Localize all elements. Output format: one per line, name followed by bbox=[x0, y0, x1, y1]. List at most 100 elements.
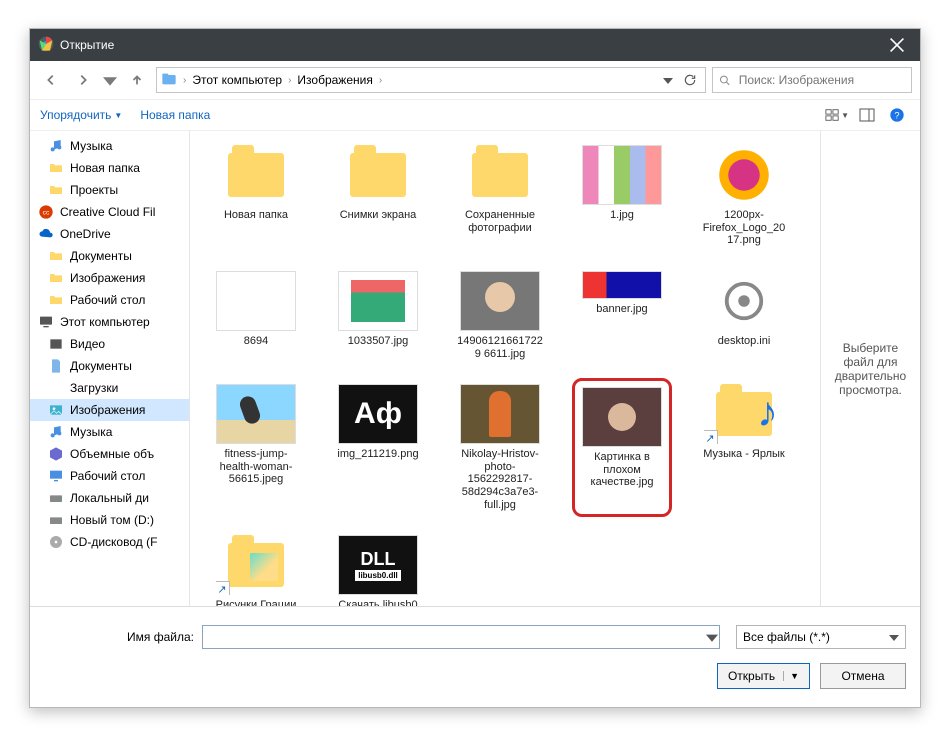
file-label: img_211219.png bbox=[337, 448, 418, 461]
tree-item[interactable]: OneDrive bbox=[30, 223, 189, 245]
recent-button[interactable] bbox=[102, 67, 118, 93]
close-button[interactable] bbox=[874, 29, 920, 61]
svg-text:cc: cc bbox=[43, 210, 50, 217]
tree-item[interactable]: Проекты bbox=[30, 179, 189, 201]
open-dialog: Открытие bbox=[29, 28, 921, 708]
file-label: Сохраненные фотографии bbox=[456, 209, 544, 234]
organize-menu[interactable]: Упорядочить ▼ bbox=[40, 108, 122, 122]
tree-item-label: Документы bbox=[70, 359, 132, 373]
file-label: 1200px-Firefox_Logo_2017.png bbox=[700, 209, 788, 247]
tree-item[interactable]: Локальный ди bbox=[30, 487, 189, 509]
file-item[interactable]: 1033507.jpg bbox=[328, 265, 428, 366]
tree-item[interactable]: Рабочий стол bbox=[30, 289, 189, 311]
tree-item-label: Проекты bbox=[70, 183, 118, 197]
filename-input[interactable] bbox=[202, 625, 720, 649]
file-item[interactable]: DLLlibusb0.dllСкачать libusb0 dll.png bbox=[328, 529, 428, 606]
preview-pane: Выберите файл для дварительно просмотра. bbox=[820, 131, 920, 606]
file-label: Скачать libusb0 dll.png bbox=[334, 599, 422, 606]
chrome-icon bbox=[38, 36, 54, 55]
svg-text:?: ? bbox=[894, 110, 899, 120]
command-bar: Упорядочить ▼ Новая папка ▼ ? bbox=[30, 100, 920, 131]
tree-item[interactable]: CD-дисковод (F bbox=[30, 531, 189, 553]
file-item[interactable]: banner.jpg bbox=[572, 265, 672, 366]
file-item[interactable]: ↗Рисунки Грации 218 bbox=[206, 529, 306, 606]
back-button[interactable] bbox=[38, 67, 64, 93]
tree-item[interactable]: Музыка bbox=[30, 421, 189, 443]
filename-dropdown[interactable] bbox=[706, 631, 718, 643]
file-item[interactable]: Снимки экрана bbox=[328, 139, 428, 253]
address-bar[interactable]: › Этот компьютер › Изображения › bbox=[156, 67, 706, 93]
file-label: Картинка в плохом качестве.jpg bbox=[581, 451, 663, 489]
file-item[interactable]: fitness-jump-health-woman-56615.jpeg bbox=[206, 378, 306, 517]
file-item[interactable]: Nikolay-Hristov-photo-1562292817-58d294c… bbox=[450, 378, 550, 517]
search-box[interactable] bbox=[712, 67, 912, 93]
item-grid[interactable]: Новая папка Снимки экрана Сохраненные фото… bbox=[190, 131, 820, 606]
cancel-button[interactable]: Отмена bbox=[820, 663, 906, 689]
file-item[interactable]: Сохраненные фотографии bbox=[450, 139, 550, 253]
file-label: Музыка - Ярлык bbox=[703, 448, 785, 461]
filter-select[interactable]: Все файлы (*.*) bbox=[736, 625, 906, 649]
tree-item[interactable]: Этот компьютер bbox=[30, 311, 189, 333]
tree-item-label: Этот компьютер bbox=[60, 315, 150, 329]
file-item[interactable]: 8694 bbox=[206, 265, 306, 366]
file-item[interactable]: ↗Музыка - Ярлык bbox=[694, 378, 794, 517]
file-item[interactable]: 1200px-Firefox_Logo_2017.png bbox=[694, 139, 794, 253]
dialog-body: Музыка Новая папка Проекты cc Creative Cloud… bbox=[30, 131, 920, 606]
filename-label: Имя файла: bbox=[44, 630, 194, 644]
tree-item-label: CD-дисковод (F bbox=[70, 535, 157, 549]
file-label: 149061216617229 6611.jpg bbox=[456, 335, 544, 360]
file-item[interactable]: 149061216617229 6611.jpg bbox=[450, 265, 550, 366]
file-label: Nikolay-Hristov-photo-1562292817-58d294c… bbox=[456, 448, 544, 511]
tree-item[interactable]: Новый том (D:) bbox=[30, 509, 189, 531]
file-item[interactable]: Aфimg_211219.png bbox=[328, 378, 428, 517]
address-dropdown[interactable] bbox=[657, 69, 679, 91]
file-item[interactable]: 1.jpg bbox=[572, 139, 672, 253]
file-item[interactable]: desktop.ini bbox=[694, 265, 794, 366]
tree-item[interactable]: Документы bbox=[30, 355, 189, 377]
tree-item-label: Видео bbox=[70, 337, 105, 351]
tree-item[interactable]: Рабочий стол bbox=[30, 465, 189, 487]
main-area: Новая папка Снимки экрана Сохраненные фото… bbox=[190, 131, 920, 606]
tree-item-label: Новая папка bbox=[70, 161, 140, 175]
tree-item-label: Изображения bbox=[70, 403, 145, 417]
tree-item-label: Документы bbox=[70, 249, 132, 263]
tree-item-label: OneDrive bbox=[60, 227, 111, 241]
tree-item[interactable]: Видео bbox=[30, 333, 189, 355]
search-input[interactable] bbox=[737, 72, 905, 88]
open-button[interactable]: Открыть ▼ bbox=[717, 663, 810, 689]
tree-item[interactable]: Документы bbox=[30, 245, 189, 267]
tree-item[interactable]: Музыка bbox=[30, 135, 189, 157]
preview-pane-button[interactable] bbox=[854, 104, 880, 126]
file-label: Снимки экрана bbox=[340, 209, 417, 222]
view-mode-button[interactable]: ▼ bbox=[824, 104, 850, 126]
tree-item[interactable]: Изображения bbox=[30, 267, 189, 289]
crumb-leaf[interactable]: Изображения bbox=[297, 73, 372, 87]
tree-item-label: Рабочий стол bbox=[70, 293, 145, 307]
tree-item-label: Загрузки bbox=[70, 381, 118, 395]
tree-item[interactable]: Загрузки bbox=[30, 377, 189, 399]
up-button[interactable] bbox=[124, 67, 150, 93]
breadcrumb[interactable]: › Этот компьютер › Изображения › bbox=[161, 71, 382, 90]
tree-item-label: Объемные объ bbox=[70, 447, 154, 461]
file-item[interactable]: Новая папка bbox=[206, 139, 306, 253]
nav-tree[interactable]: Музыка Новая папка Проекты cc Creative Cloud… bbox=[30, 131, 190, 606]
forward-button[interactable] bbox=[70, 67, 96, 93]
new-folder-button[interactable]: Новая папка bbox=[140, 108, 210, 122]
file-item[interactable]: Картинка в плохом качестве.jpg bbox=[572, 378, 672, 517]
tree-item[interactable]: Новая папка bbox=[30, 157, 189, 179]
title-bar: Открытие bbox=[30, 29, 920, 61]
file-label: 8694 bbox=[244, 335, 268, 348]
file-label: banner.jpg bbox=[596, 303, 647, 316]
bottom-bar: Имя файла: Все файлы (*.*) Открыть ▼ Отм… bbox=[30, 606, 920, 707]
tree-item[interactable]: Изображения bbox=[30, 399, 189, 421]
file-label: Новая папка bbox=[224, 209, 288, 222]
tree-item[interactable]: cc Creative Cloud Fil bbox=[30, 201, 189, 223]
help-button[interactable]: ? bbox=[884, 104, 910, 126]
tree-item-label: Локальный ди bbox=[70, 491, 149, 505]
refresh-button[interactable] bbox=[679, 69, 701, 91]
tree-item[interactable]: Объемные объ bbox=[30, 443, 189, 465]
file-label: Рисунки Грации 218 bbox=[212, 599, 300, 606]
crumb-root[interactable]: Этот компьютер bbox=[192, 73, 282, 87]
file-label: 1.jpg bbox=[610, 209, 634, 222]
tree-item-label: Creative Cloud Fil bbox=[60, 205, 155, 219]
